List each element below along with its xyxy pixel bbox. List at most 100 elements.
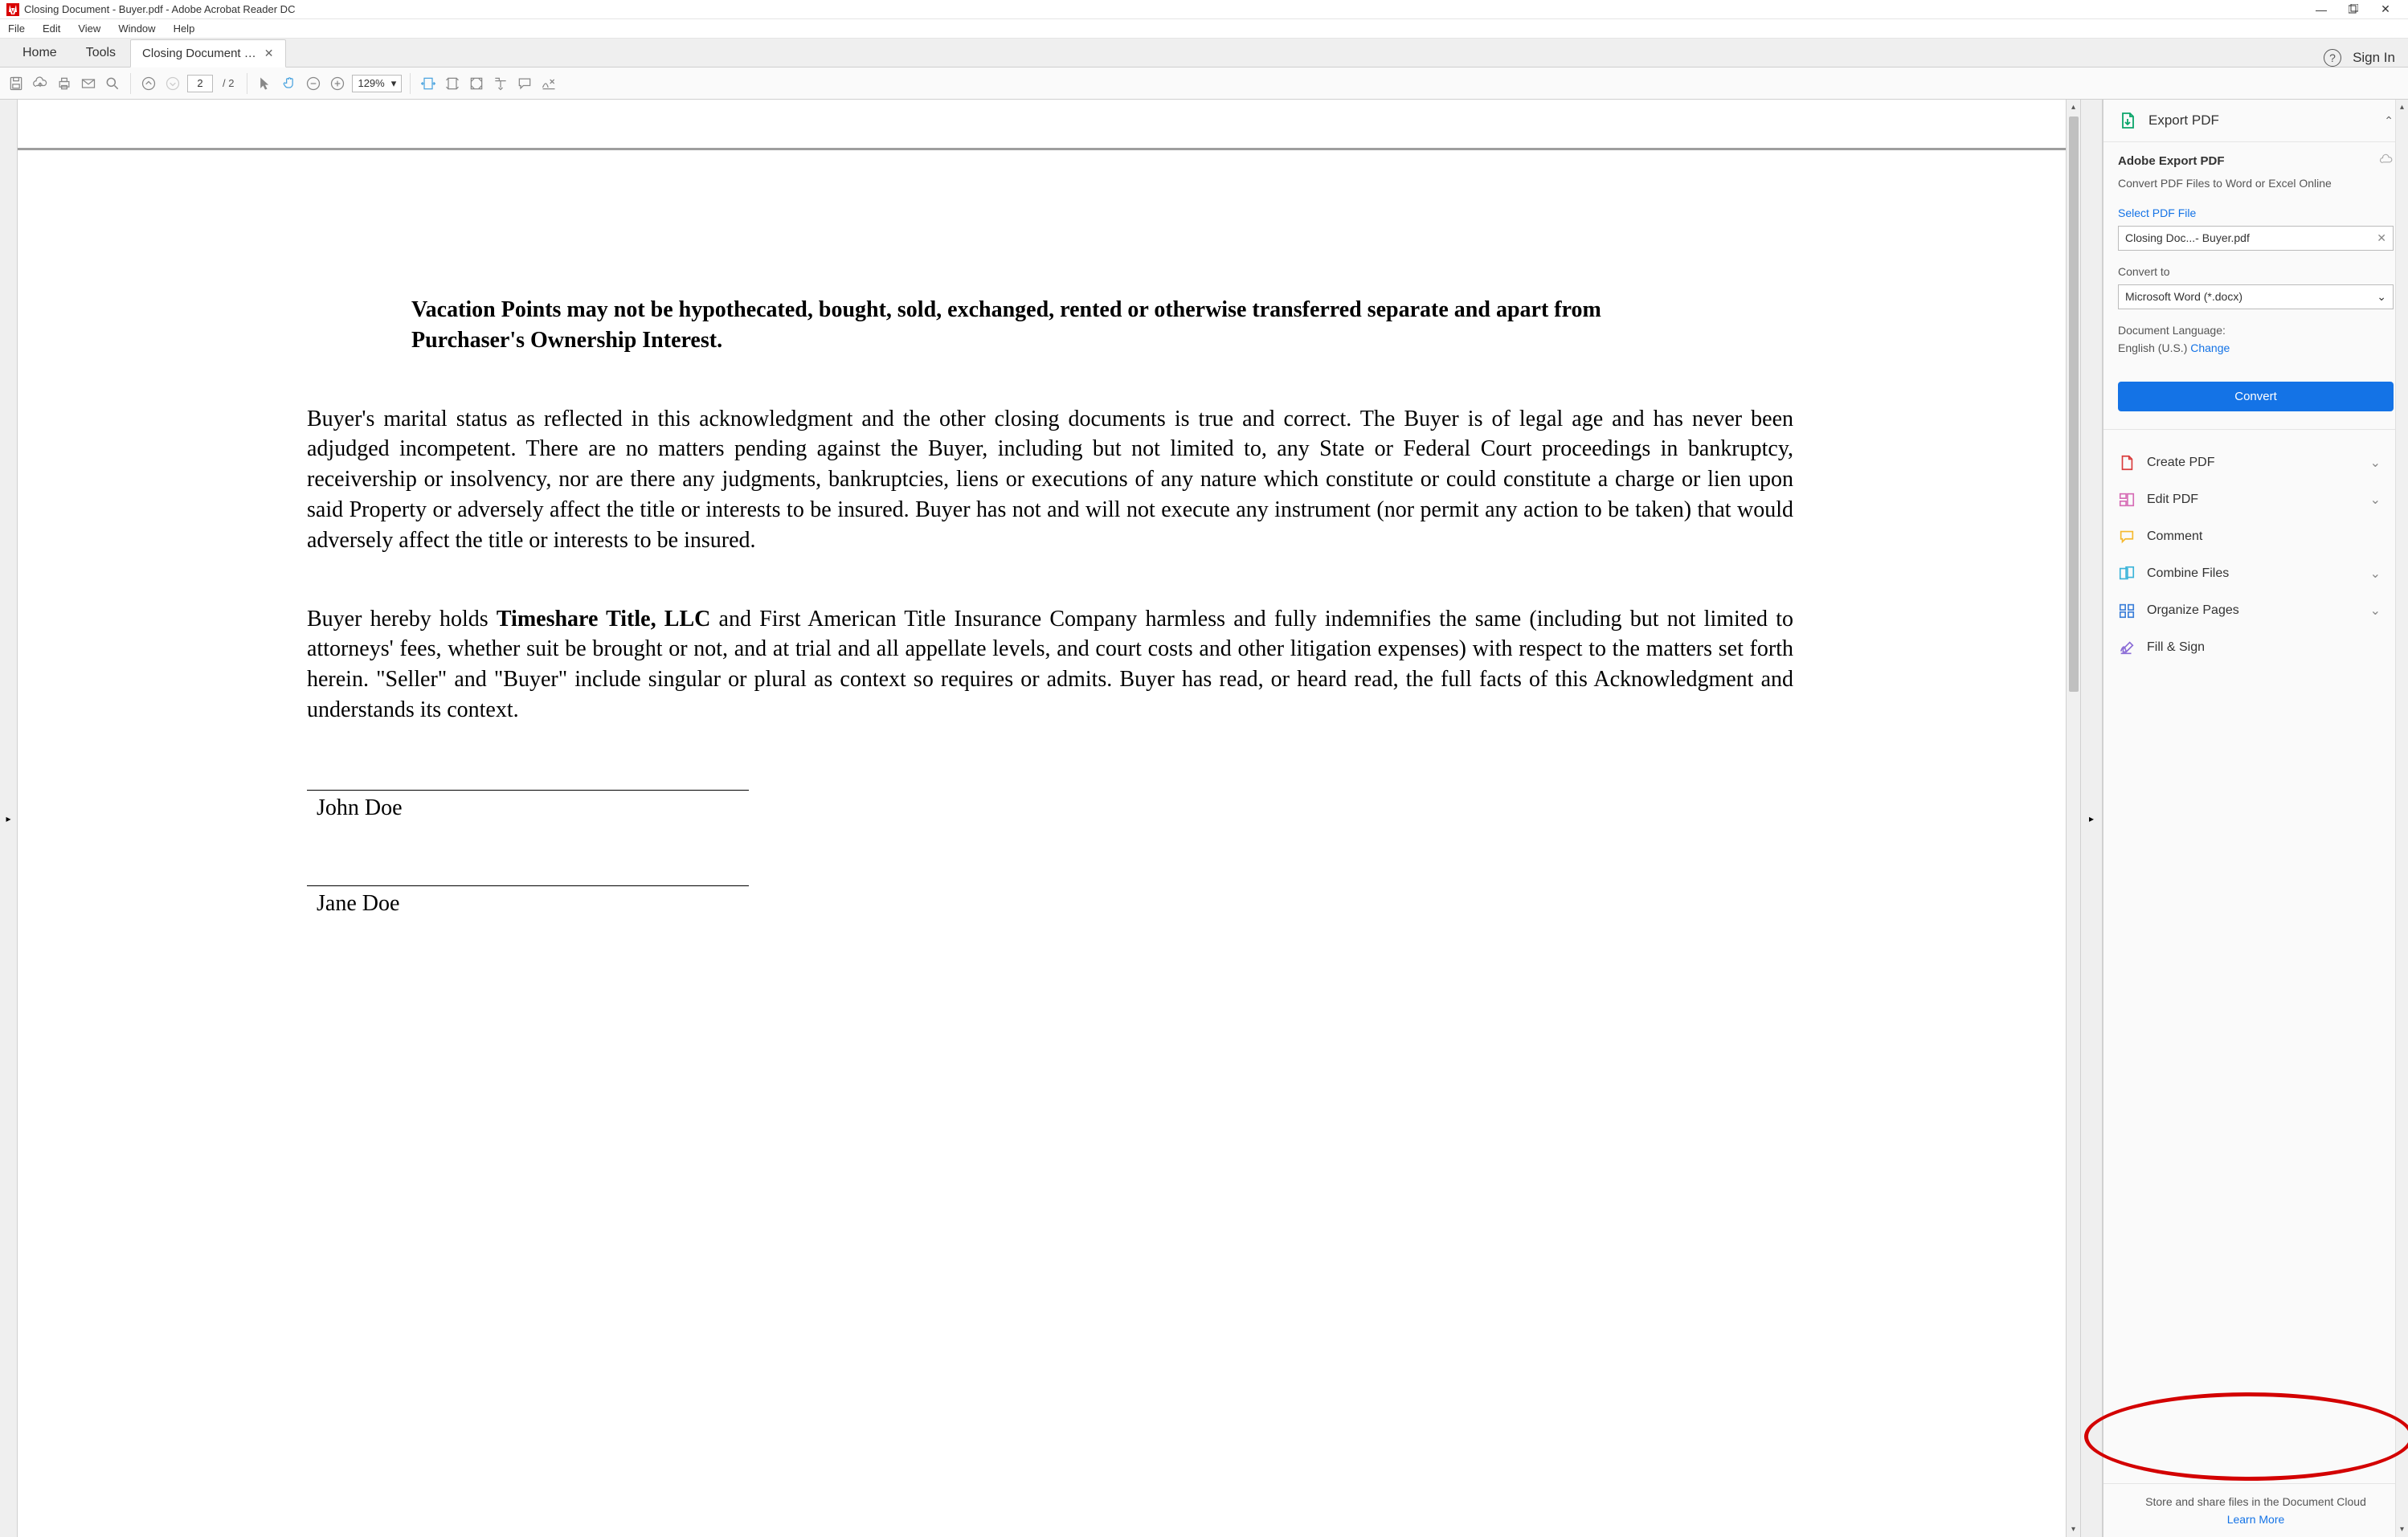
chevron-down-icon: ⌄ (2370, 455, 2381, 471)
zoom-out-icon[interactable] (304, 74, 323, 93)
doc-language-label: Document Language: (2118, 324, 2394, 337)
save-icon[interactable] (6, 74, 26, 93)
doc-emphasis-paragraph: Vacation Points may not be hypothecated,… (411, 295, 1657, 356)
fit-width-icon[interactable] (419, 74, 438, 93)
page-total-label: / 2 (218, 77, 239, 89)
window-title: Closing Document - Buyer.pdf - Adobe Acr… (24, 3, 295, 15)
document-scrollbar[interactable]: ▴ ▾ (2066, 100, 2080, 1537)
select-pdf-link[interactable]: Select PDF File (2118, 206, 2394, 219)
convert-to-value: Microsoft Word (*.docx) (2125, 290, 2242, 303)
tab-active-label: Closing Document … (142, 47, 256, 60)
signature-line-1 (307, 790, 749, 791)
export-pdf-header[interactable]: Export PDF ⌃ (2103, 100, 2408, 142)
tool-create-label: Create PDF (2147, 456, 2359, 470)
title-bar: Closing Document - Buyer.pdf - Adobe Acr… (0, 0, 2408, 19)
doc-paragraph-2: Buyer hereby holds Timeshare Title, LLC … (307, 604, 1793, 726)
tools-panel: Export PDF ⌃ Adobe Export PDF Convert PD… (2103, 100, 2408, 1537)
left-pane-toggle[interactable]: ▸ (0, 100, 18, 1537)
tool-organize-label: Organize Pages (2147, 603, 2359, 618)
zoom-in-icon[interactable] (328, 74, 347, 93)
convert-to-label: Convert to (2118, 265, 2394, 278)
footer-cloud: Store and share files in the Document Cl… (2103, 1483, 2408, 1537)
page-number-input[interactable] (187, 75, 213, 92)
tool-organize-pages[interactable]: Organize Pages ⌄ (2103, 592, 2395, 629)
export-title: Adobe Export PDF (2118, 154, 2225, 168)
tool-fillsign-label: Fill & Sign (2147, 640, 2381, 655)
signature-name-2: Jane Doe (317, 891, 1793, 917)
selection-tool-icon[interactable] (256, 74, 275, 93)
scroll-up-icon[interactable]: ▴ (2400, 100, 2404, 115)
chevron-down-icon: ⌄ (2370, 566, 2381, 582)
page-up-icon[interactable] (139, 74, 158, 93)
help-icon[interactable]: ? (2324, 49, 2341, 67)
close-window-button[interactable]: ✕ (2369, 2, 2402, 16)
tool-edit-pdf[interactable]: Edit PDF ⌄ (2103, 481, 2395, 518)
tools-scrollbar[interactable]: ▴ ▾ (2395, 100, 2408, 1537)
page-down-icon[interactable] (163, 74, 182, 93)
maximize-button[interactable] (2337, 3, 2369, 16)
page-divider (18, 148, 2066, 150)
chevron-down-icon: ⌄ (2370, 492, 2381, 508)
tab-bar: Home Tools Closing Document … ✕ ? Sign I… (0, 39, 2408, 67)
toolbar: / 2 129% ▾ (0, 67, 2408, 100)
chevron-right-icon: ▸ (6, 813, 10, 824)
menu-file[interactable]: File (5, 21, 28, 36)
tab-home[interactable]: Home (8, 39, 72, 67)
search-icon[interactable] (103, 74, 122, 93)
scroll-up-icon[interactable]: ▴ (2071, 100, 2075, 115)
tool-edit-label: Edit PDF (2147, 493, 2359, 507)
email-icon[interactable] (79, 74, 98, 93)
scroll-thumb[interactable] (2069, 117, 2079, 692)
zoom-value: 129% (358, 77, 384, 89)
read-aloud-icon[interactable] (491, 74, 510, 93)
sign-in-link[interactable]: Sign In (2353, 50, 2395, 66)
cloud-icon (2379, 153, 2394, 168)
tool-create-pdf[interactable]: Create PDF ⌄ (2103, 444, 2395, 481)
cloud-upload-icon[interactable] (31, 74, 50, 93)
hand-tool-icon[interactable] (280, 74, 299, 93)
main-area: ▸ Vacation Points may not be hypothecate… (0, 100, 2408, 1537)
convert-button[interactable]: Convert (2118, 382, 2394, 411)
comment-icon[interactable] (515, 74, 534, 93)
signature-name-1: John Doe (317, 795, 1793, 821)
menu-view[interactable]: View (75, 21, 104, 36)
convert-to-select[interactable]: Microsoft Word (*.docx) ⌄ (2118, 284, 2394, 309)
tab-close-button[interactable]: ✕ (264, 47, 274, 60)
doc-paragraph-1: Buyer's marital status as reflected in t… (307, 404, 1793, 556)
scroll-down-icon[interactable]: ▾ (2400, 1522, 2404, 1537)
tool-fill-sign[interactable]: Fill & Sign (2103, 629, 2395, 666)
minimize-button[interactable]: — (2305, 3, 2337, 16)
tool-combine-files[interactable]: Combine Files ⌄ (2103, 555, 2395, 592)
export-subtitle: Convert PDF Files to Word or Excel Onlin… (2118, 176, 2394, 192)
footer-text: Store and share files in the Document Cl… (2118, 1495, 2394, 1508)
learn-more-link[interactable]: Learn More (2227, 1513, 2285, 1526)
change-language-link[interactable]: Change (2190, 341, 2230, 354)
document-page: Vacation Points may not be hypothecated,… (18, 100, 2066, 1537)
tool-comment-label: Comment (2147, 529, 2381, 544)
remove-file-button[interactable]: ✕ (2377, 231, 2386, 245)
chevron-down-icon: ⌄ (2370, 603, 2381, 619)
tab-active-document[interactable]: Closing Document … ✕ (130, 39, 285, 67)
selected-file-box: Closing Doc...- Buyer.pdf ✕ (2118, 226, 2394, 251)
print-icon[interactable] (55, 74, 74, 93)
right-pane-toggle[interactable]: ▸ (2080, 100, 2103, 1537)
fullscreen-icon[interactable] (467, 74, 486, 93)
chevron-right-icon: ▸ (2089, 813, 2094, 824)
export-body: Adobe Export PDF Convert PDF Files to Wo… (2103, 142, 2408, 430)
tab-tools[interactable]: Tools (72, 39, 130, 67)
app-icon (6, 3, 19, 16)
sign-icon[interactable] (539, 74, 558, 93)
scroll-down-icon[interactable]: ▾ (2071, 1522, 2075, 1537)
fit-page-icon[interactable] (443, 74, 462, 93)
export-header-label: Export PDF (2148, 112, 2373, 129)
signature-line-2 (307, 885, 749, 886)
tool-comment[interactable]: Comment (2103, 518, 2395, 555)
menu-window[interactable]: Window (115, 21, 158, 36)
chevron-down-icon: ⌄ (2377, 290, 2386, 304)
zoom-select[interactable]: 129% ▾ (352, 75, 402, 92)
document-viewport[interactable]: Vacation Points may not be hypothecated,… (18, 100, 2080, 1537)
menu-edit[interactable]: Edit (39, 21, 63, 36)
chevron-up-icon: ⌃ (2384, 114, 2394, 128)
menu-help[interactable]: Help (170, 21, 198, 36)
chevron-down-icon: ▾ (391, 77, 397, 90)
